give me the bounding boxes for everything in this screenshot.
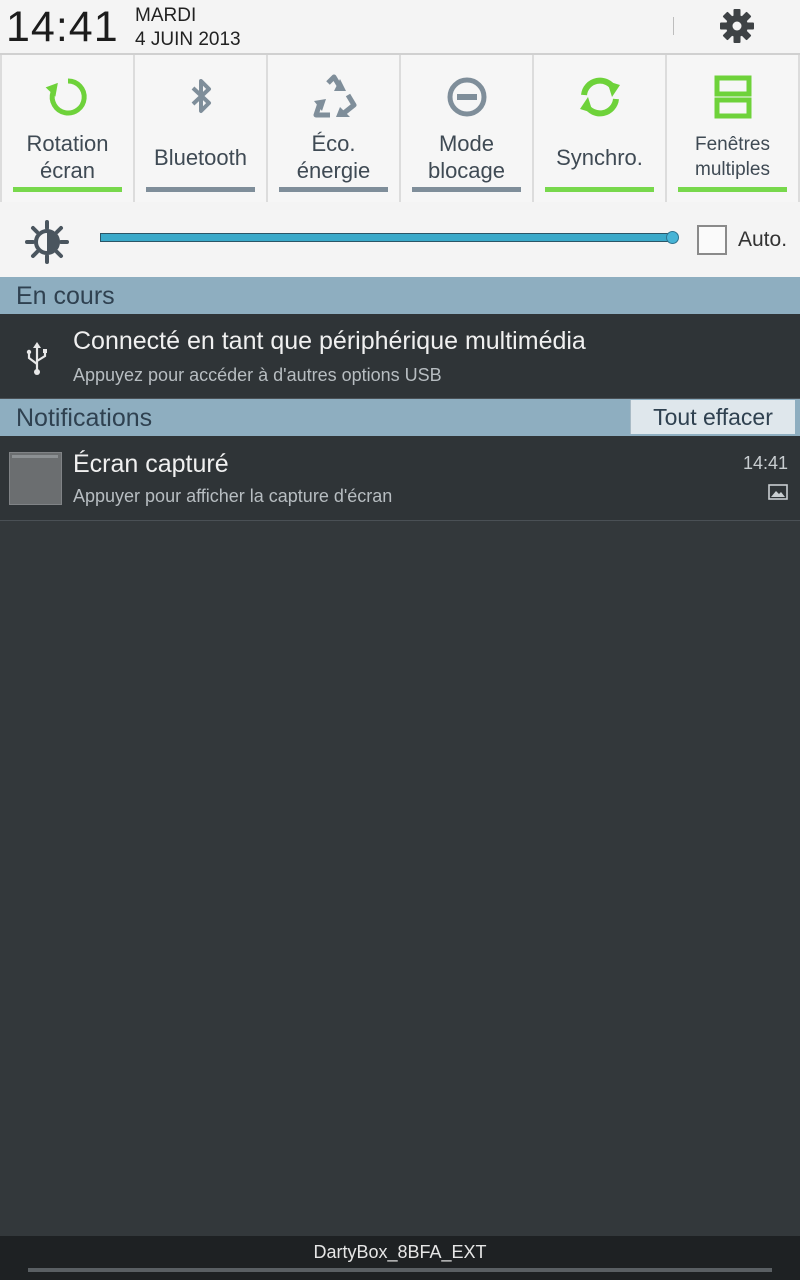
quick-settings-toggles: Rotation écran Bluetooth Éco. énergie Mo… [0,55,800,202]
toggle-multi-window[interactable]: Fenêtres multiples [667,55,798,202]
recycle-icon [313,74,356,118]
toggle-indicator [13,187,122,192]
toggle-block-mode[interactable]: Mode blocage [401,55,532,202]
date-label: 4 JUIN 2013 [135,29,241,50]
section-title: Notifications [16,404,153,432]
block-icon [447,77,486,117]
brightness-icon [25,220,69,264]
panel-footer: DartyBox_8BFA_EXT [0,1236,800,1280]
day-label: MARDI [135,5,197,26]
toggle-sync[interactable]: Synchro. [534,55,665,202]
toggle-indicator [146,187,255,192]
usb-notification[interactable]: Connecté en tant que périphérique multim… [0,314,800,399]
usb-icon [26,342,47,375]
auto-brightness-label: Auto. [738,228,788,251]
ongoing-section-header: En cours [0,277,800,314]
notifications-section-header: Notifications Tout effacer [0,399,800,436]
status-header: 14:41 MARDI 4 JUIN 2013 [0,0,800,55]
toggle-bluetooth[interactable]: Bluetooth [135,55,266,202]
auto-brightness-checkbox[interactable] [697,225,727,255]
toggle-label: Fenêtres multiples [695,134,770,180]
toggle-indicator [412,187,521,192]
toggle-label: Synchro. [556,144,643,170]
brightness-slider[interactable] [100,233,672,242]
toggle-label: Rotation écran [26,131,109,183]
notification-subtitle: Appuyez pour accéder à d'autres options … [73,365,442,385]
toggle-indicator [279,187,388,192]
multi-window-icon [714,75,751,119]
panel-drag-handle[interactable] [28,1268,772,1272]
network-name: DartyBox_8BFA_EXT [313,1242,487,1262]
image-icon [768,484,788,500]
notification-subtitle: Appuyer pour afficher la capture d'écran [73,486,393,506]
gear-icon[interactable] [715,6,759,46]
toggle-indicator [678,187,787,192]
clock: 14:41 [6,3,119,51]
notification-title: Connecté en tant que périphérique multim… [73,327,586,355]
clear-all-button[interactable]: Tout effacer [630,400,795,434]
notification-time: 14:41 [742,453,788,473]
toggle-label: Éco. énergie [296,131,371,183]
bluetooth-icon [191,79,211,113]
toggle-indicator [545,187,654,192]
screenshot-notification[interactable]: Écran capturé Appuyer pour afficher la c… [0,436,800,521]
screenshot-thumbnail [9,452,62,505]
brightness-panel: Auto. [0,202,800,277]
toggle-rotation[interactable]: Rotation écran [2,55,133,202]
sync-icon [579,77,620,117]
toggle-label: Bluetooth [154,144,247,170]
brightness-slider-thumb[interactable] [665,231,679,244]
toggle-label: Mode blocage [427,131,506,183]
rotation-icon [45,78,87,116]
toggle-eco[interactable]: Éco. énergie [268,55,399,202]
header-divider [673,17,674,35]
notification-title: Écran capturé [73,450,229,478]
section-title: En cours [16,282,115,310]
